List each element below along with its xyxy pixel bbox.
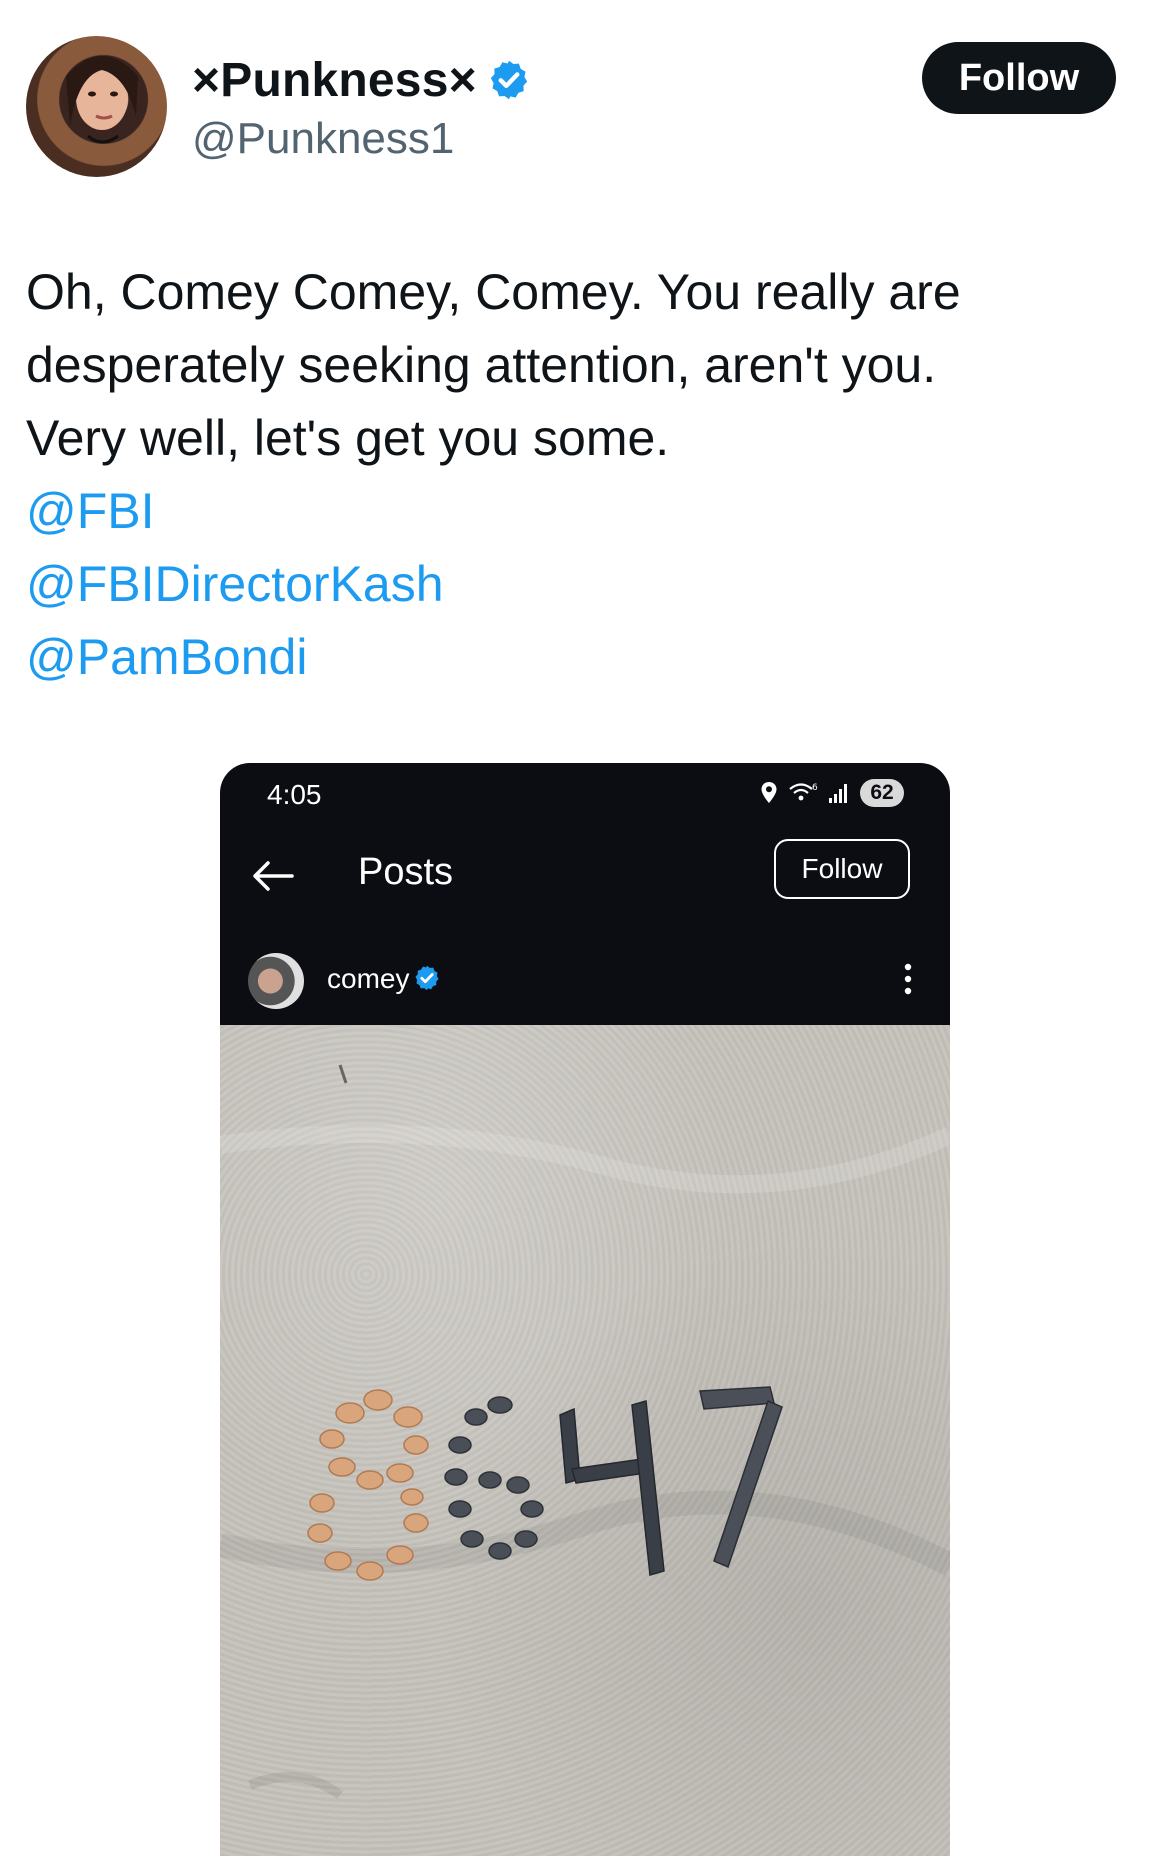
shell-digit-4 — [559, 1400, 665, 1576]
tweet-header: ×Punkness× @Punkness1 Follow — [0, 0, 1170, 190]
back-arrow-icon[interactable] — [248, 851, 298, 901]
tweet-text-line: Oh, Comey Comey, Comey. You really are — [26, 264, 961, 320]
verified-badge-icon — [490, 60, 527, 100]
ig-follow-button[interactable]: Follow — [774, 839, 910, 899]
signal-icon — [829, 784, 847, 803]
author-name-row[interactable]: ×Punkness× — [192, 48, 531, 112]
ig-post-photo-sand[interactable] — [220, 1025, 950, 1856]
mention-link-fbi[interactable]: @FBI — [26, 475, 1136, 548]
status-icons: 6 62 — [760, 779, 904, 807]
author-display-name[interactable]: ×Punkness× — [192, 53, 477, 108]
author-avatar[interactable] — [26, 36, 167, 177]
svg-text:6: 6 — [812, 783, 818, 793]
mention-link-pambondi[interactable]: @PamBondi — [26, 621, 1136, 694]
ig-username[interactable]: comey — [327, 963, 409, 995]
tweet-text-line: Very well, let's get you some. — [26, 410, 670, 466]
phone-status-bar: 4:05 6 62 — [220, 763, 950, 823]
embedded-instagram-screenshot[interactable]: 4:05 6 62 Posts Follow comey — [220, 763, 950, 1856]
ig-post-header: comey — [220, 933, 950, 1023]
wifi-icon: 6 — [789, 783, 818, 801]
tweet-text-line: desperately seeking attention, aren't yo… — [26, 337, 937, 393]
author-handle[interactable]: @Punkness1 — [192, 114, 454, 164]
ig-user-avatar[interactable] — [248, 953, 304, 1009]
follow-button[interactable]: Follow — [922, 42, 1116, 114]
location-icon — [761, 782, 777, 803]
ig-nav-bar: Posts Follow — [220, 823, 950, 943]
shell-digit-6 — [444, 1396, 544, 1560]
status-time: 4:05 — [267, 779, 322, 810]
mention-link-fbidirectorkash[interactable]: @FBIDirectorKash — [26, 548, 1136, 621]
battery-icon: 62 — [860, 779, 904, 807]
more-options-icon[interactable] — [896, 961, 920, 997]
shell-digit-7 — [699, 1386, 783, 1569]
ig-page-title: Posts — [358, 851, 454, 893]
shell-numbers-drawing — [220, 1064, 950, 1800]
ig-verified-badge-icon — [415, 965, 439, 991]
tweet-body: Oh, Comey Comey, Comey. You really are d… — [26, 256, 1136, 694]
